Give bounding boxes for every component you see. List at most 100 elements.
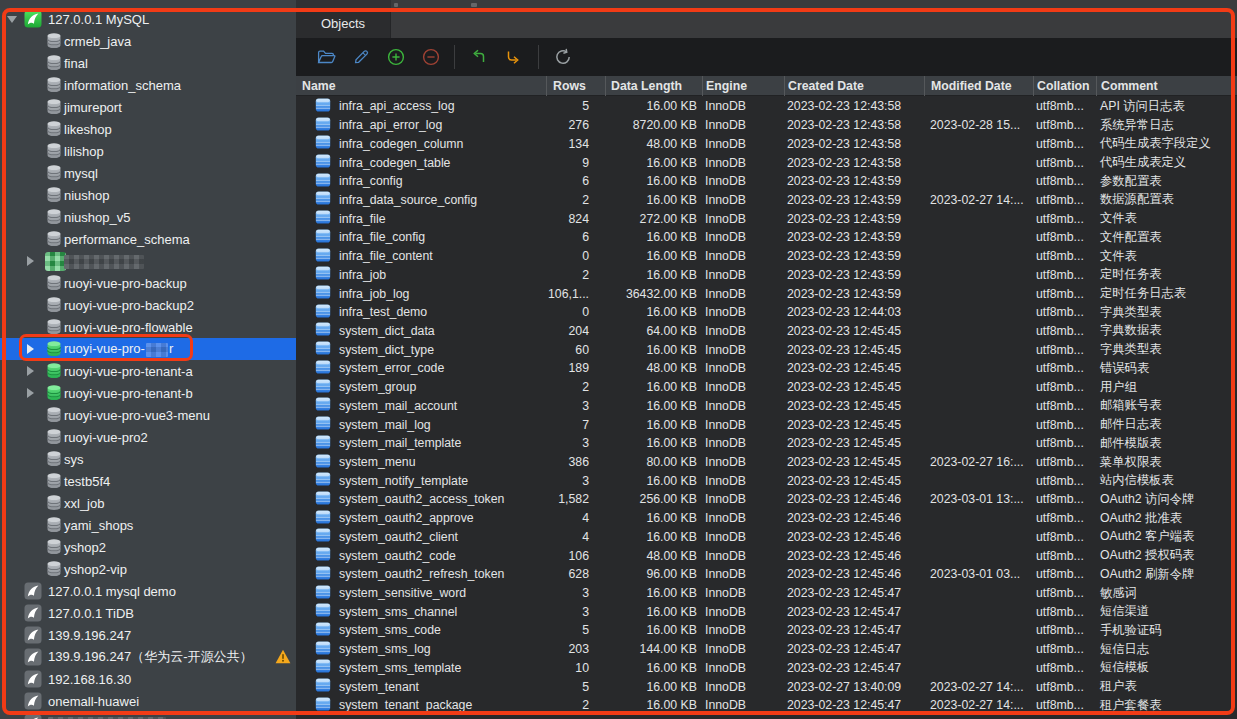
- table-row-infra_file_config[interactable]: infra_file_config616.00 KBInnoDB2023-02-…: [296, 228, 1237, 247]
- table-row-infra_api_error_log[interactable]: infra_api_error_log2768720.00 KBInnoDB20…: [296, 116, 1237, 135]
- sidebar-item-crmeb-java[interactable]: crmeb_java: [0, 30, 296, 52]
- table-cell: OAuth2 刷新令牌: [1096, 566, 1237, 583]
- sidebar-item-likeshop[interactable]: likeshop: [0, 118, 296, 140]
- table-row-infra_job_log[interactable]: infra_job_log106,1...36432.00 KBInnoDB20…: [296, 284, 1237, 303]
- table-cell: 204: [546, 324, 605, 338]
- sidebar-item-censored[interactable]: [0, 712, 296, 719]
- expand-arrow-right-icon[interactable]: [27, 256, 34, 266]
- table-row-system_tenant[interactable]: system_tenant516.00 KBInnoDB2023-02-27 1…: [296, 677, 1237, 696]
- sidebar-item-niushop-v5[interactable]: niushop_v5: [0, 206, 296, 228]
- table-name-cell: infra_job: [296, 265, 546, 284]
- sidebar-item-ruoyi-vue-pro-tenant-b[interactable]: ruoyi-vue-pro-tenant-b: [0, 382, 296, 404]
- table-row-infra_test_demo[interactable]: infra_test_demo016.00 KBInnoDB2023-02-23…: [296, 303, 1237, 322]
- sidebar-item-information-schema[interactable]: information_schema: [0, 74, 296, 96]
- table-row-system_group[interactable]: system_group216.00 KBInnoDB2023-02-23 12…: [296, 378, 1237, 397]
- sidebar-item-192-168-16-30[interactable]: 192.168.16.30: [0, 668, 296, 690]
- sidebar-item-yshop2[interactable]: yshop2: [0, 536, 296, 558]
- table-row-infra_config[interactable]: infra_config616.00 KBInnoDB2023-02-23 12…: [296, 172, 1237, 191]
- sidebar-item-censored[interactable]: [0, 250, 296, 272]
- table-cell: utf8mb...: [1033, 156, 1096, 170]
- table-row-system_oauth2_client[interactable]: system_oauth2_client416.00 KBInnoDB2023-…: [296, 528, 1237, 547]
- column-header-comment[interactable]: Comment: [1096, 76, 1237, 96]
- sidebar-item-niushop[interactable]: niushop: [0, 184, 296, 206]
- table-cell: 10: [546, 661, 605, 675]
- expand-arrow-right-icon[interactable]: [27, 388, 34, 398]
- sidebar-item-139-9-196-247-[interactable]: 139.9.196.247（华为云-开源公共）: [0, 646, 296, 668]
- export-wizard-button[interactable]: [503, 47, 523, 71]
- sidebar-item-127-0-0-1-tidb[interactable]: 127.0.0.1 TiDB: [0, 602, 296, 624]
- table-row-system_sms_code[interactable]: system_sms_code516.00 KBInnoDB2023-02-23…: [296, 621, 1237, 640]
- table-row-system_mail_account[interactable]: system_mail_account316.00 KBInnoDB2023-0…: [296, 397, 1237, 416]
- table-row-system_oauth2_approve[interactable]: system_oauth2_approve416.00 KBInnoDB2023…: [296, 509, 1237, 528]
- table-row-system_mail_log[interactable]: system_mail_log716.00 KBInnoDB2023-02-23…: [296, 415, 1237, 434]
- design-table-button[interactable]: [351, 47, 371, 71]
- table-row-infra_file_content[interactable]: infra_file_content016.00 KBInnoDB2023-02…: [296, 247, 1237, 266]
- column-header-rows[interactable]: Rows: [546, 76, 605, 96]
- table-name-label: system_menu: [339, 455, 416, 469]
- database-gray-icon: [45, 164, 63, 184]
- sidebar-item-performance-schema[interactable]: performance_schema: [0, 228, 296, 250]
- refresh-button[interactable]: [553, 47, 573, 71]
- table-row-system_error_code[interactable]: system_error_code18948.00 KBInnoDB2023-0…: [296, 359, 1237, 378]
- open-table-button[interactable]: [316, 47, 336, 71]
- column-header-engine[interactable]: Engine: [702, 76, 784, 96]
- expand-arrow-right-icon[interactable]: [27, 344, 34, 354]
- table-row-system_mail_template[interactable]: system_mail_template316.00 KBInnoDB2023-…: [296, 434, 1237, 453]
- table-row-system_dict_type[interactable]: system_dict_type6016.00 KBInnoDB2023-02-…: [296, 340, 1237, 359]
- table-row-system_sms_channel[interactable]: system_sms_channel316.00 KBInnoDB2023-02…: [296, 602, 1237, 621]
- sidebar-item-ruoyi-vue-pro-flowable[interactable]: ruoyi-vue-pro-flowable: [0, 316, 296, 338]
- sidebar-item-final[interactable]: final: [0, 52, 296, 74]
- sidebar-item-jimureport[interactable]: jimureport: [0, 96, 296, 118]
- sidebar-item-ruoyi-vue-pro-vue3-menu[interactable]: ruoyi-vue-pro-vue3-menu: [0, 404, 296, 426]
- column-header-modified-date[interactable]: Modified Date: [924, 76, 1033, 96]
- table-row-infra_codegen_table[interactable]: infra_codegen_table916.00 KBInnoDB2023-0…: [296, 153, 1237, 172]
- table-row-system_notify_template[interactable]: system_notify_template316.00 KBInnoDB202…: [296, 471, 1237, 490]
- object-toolbar: [296, 38, 1237, 76]
- table-row-infra_codegen_column[interactable]: infra_codegen_column13448.00 KBInnoDB202…: [296, 134, 1237, 153]
- sidebar-item-ruoyi-vue-pro-[interactable]: ruoyi-vue-pro-r: [0, 338, 296, 360]
- column-header-name[interactable]: Name: [296, 76, 546, 96]
- sidebar-item-yami-shops[interactable]: yami_shops: [0, 514, 296, 536]
- sidebar-item-sys[interactable]: sys: [0, 448, 296, 470]
- sidebar-item-127-0-0-1-mysql[interactable]: 127.0.0.1 MySQL: [0, 8, 296, 30]
- table-row-system_tenant_package[interactable]: system_tenant_package216.00 KBInnoDB2023…: [296, 696, 1237, 715]
- table-row-system_sensitive_word[interactable]: system_sensitive_word316.00 KBInnoDB2023…: [296, 584, 1237, 603]
- sidebar-item-ruoyi-vue-pro-tenant-a[interactable]: ruoyi-vue-pro-tenant-a: [0, 360, 296, 382]
- expand-arrow-right-icon[interactable]: [27, 366, 34, 376]
- column-header-created-date[interactable]: Created Date: [784, 76, 924, 96]
- table-row-infra_api_access_log[interactable]: infra_api_access_log516.00 KBInnoDB2023-…: [296, 97, 1237, 116]
- delete-table-button[interactable]: [421, 47, 441, 71]
- sidebar-item-127-0-0-1-mysql-demo[interactable]: 127.0.0.1 mysql demo: [0, 580, 296, 602]
- table-row-system_dict_data[interactable]: system_dict_data20464.00 KBInnoDB2023-02…: [296, 322, 1237, 341]
- sidebar-item-xxl-job[interactable]: xxl_job: [0, 492, 296, 514]
- column-header-data-length[interactable]: Data Length: [605, 76, 702, 96]
- sidebar-item-mysql[interactable]: mysql: [0, 162, 296, 184]
- table-row-infra_job[interactable]: infra_job216.00 KBInnoDB2023-02-23 12:43…: [296, 265, 1237, 284]
- expand-arrow-down-icon[interactable]: [7, 16, 17, 23]
- sidebar-item-lilishop[interactable]: lilishop: [0, 140, 296, 162]
- table-cell: 824: [546, 212, 605, 226]
- table-row-system_menu[interactable]: system_menu38680.00 KBInnoDB2023-02-23 1…: [296, 453, 1237, 472]
- database-gray-icon: [45, 406, 63, 426]
- table-row-infra_data_source_config[interactable]: infra_data_source_config216.00 KBInnoDB2…: [296, 191, 1237, 210]
- table-row-system_oauth2_refresh_token[interactable]: system_oauth2_refresh_token62896.00 KBIn…: [296, 565, 1237, 584]
- column-header-collation[interactable]: Collation: [1033, 76, 1096, 96]
- sidebar-item-onemall-huawei[interactable]: onemall-huawei: [0, 690, 296, 712]
- sidebar-item-ruoyi-vue-pro-backup2[interactable]: ruoyi-vue-pro-backup2: [0, 294, 296, 316]
- tab-objects[interactable]: Objects: [296, 8, 391, 38]
- import-wizard-button[interactable]: [468, 47, 488, 71]
- table-row-system_sms_template[interactable]: system_sms_template1016.00 KBInnoDB2023-…: [296, 659, 1237, 678]
- database-icon: [45, 54, 63, 71]
- sidebar-item-ruoyi-vue-pro-backup[interactable]: ruoyi-vue-pro-backup: [0, 272, 296, 294]
- sidebar-item-yshop2-vip[interactable]: yshop2-vip: [0, 558, 296, 580]
- table-row-infra_file[interactable]: infra_file824272.00 KBInnoDB2023-02-23 1…: [296, 209, 1237, 228]
- new-table-button[interactable]: [386, 47, 406, 71]
- sidebar-item-139-9-196-247[interactable]: 139.9.196.247: [0, 624, 296, 646]
- sidebar-item-testb5f4[interactable]: testb5f4: [0, 470, 296, 492]
- table-name-cell: infra_config: [296, 172, 546, 191]
- table-row-system_sms_log[interactable]: system_sms_log203144.00 KBInnoDB2023-02-…: [296, 640, 1237, 659]
- sidebar-item-ruoyi-vue-pro2[interactable]: ruoyi-vue-pro2: [0, 426, 296, 448]
- table-row-system_oauth2_code[interactable]: system_oauth2_code10648.00 KBInnoDB2023-…: [296, 546, 1237, 565]
- table-row-system_oauth2_access_token[interactable]: system_oauth2_access_token1,582256.00 KB…: [296, 490, 1237, 509]
- table-name-cell: infra_data_source_config: [296, 190, 546, 209]
